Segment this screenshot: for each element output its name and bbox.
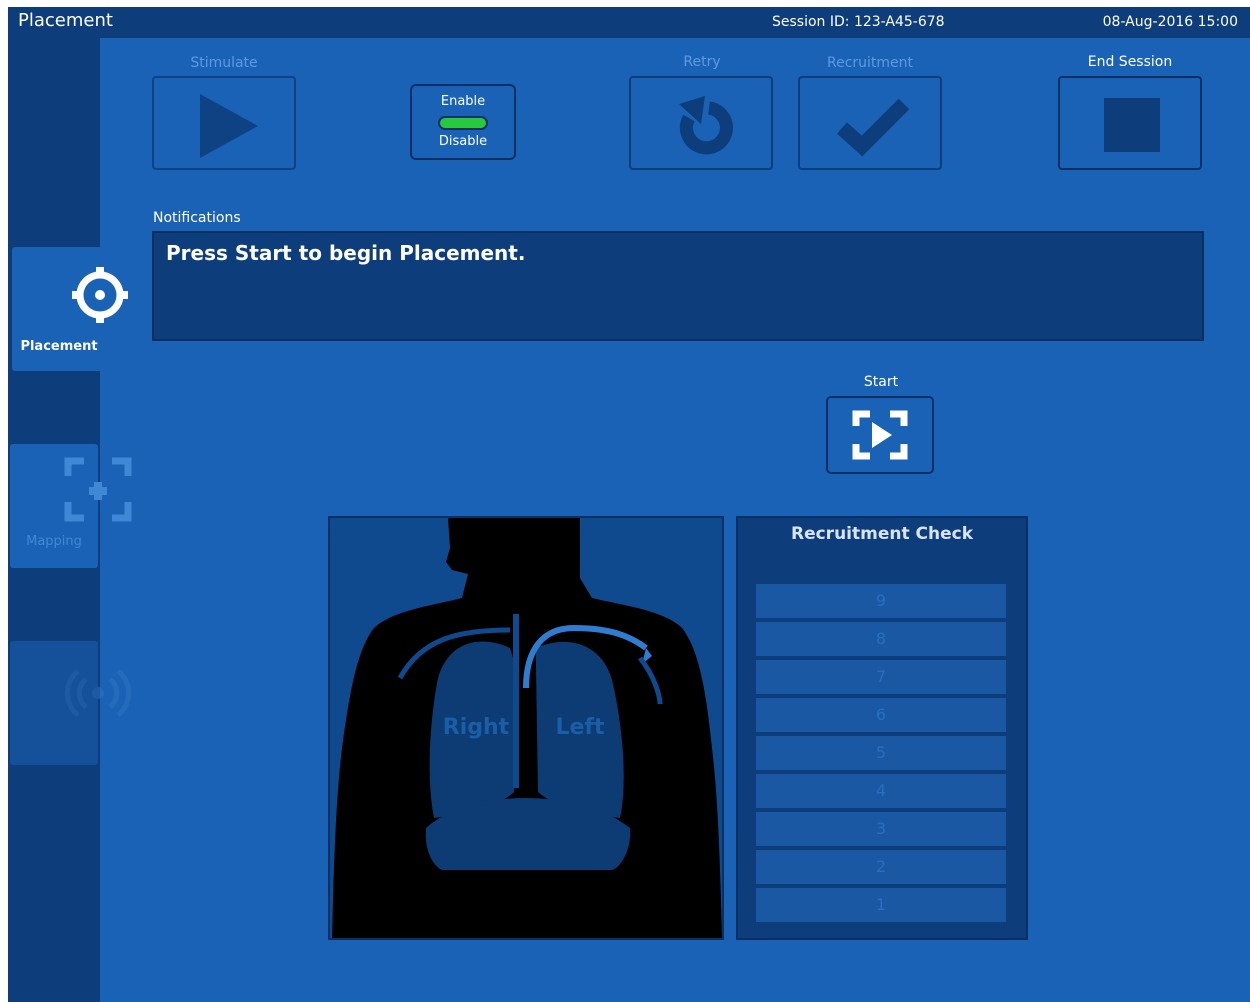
recruitment-button[interactable] (798, 76, 942, 170)
stimulate-label: Stimulate (190, 55, 258, 71)
sidebar-item-label: Mapping (26, 534, 82, 549)
sidebar-item-placement[interactable]: Placement (12, 247, 128, 371)
right-lung-label: Right (443, 715, 510, 740)
disable-label: Disable (438, 134, 488, 149)
play-icon (200, 94, 258, 158)
stop-icon (1104, 98, 1160, 152)
session-id: Session ID: 123-A45-678 (772, 14, 945, 30)
start-label: Start (863, 374, 899, 390)
recruitment-check-title: Recruitment Check (790, 524, 974, 544)
level-row: 5 (756, 736, 1006, 770)
end-session-label: End Session (1087, 54, 1173, 70)
level-row: 7 (756, 660, 1006, 694)
start-frame-play-icon (852, 410, 908, 460)
stimulate-button[interactable] (152, 76, 296, 170)
level-row: 9 (756, 584, 1006, 618)
level-row: 1 (756, 888, 1006, 922)
notification-message: Press Start to begin Placement. (166, 241, 526, 265)
torso-illustration: Right Left (332, 518, 722, 938)
retry-button[interactable] (629, 76, 773, 170)
level-row: 3 (756, 812, 1006, 846)
enable-label: Enable (440, 94, 486, 109)
level-row: 8 (756, 622, 1006, 656)
end-session-button[interactable] (1058, 76, 1202, 170)
page-title: Placement (18, 10, 113, 31)
notifications-box: Press Start to begin Placement. (152, 231, 1204, 341)
sidebar-item-label: Placement (20, 339, 98, 354)
retry-label: Retry (683, 54, 721, 70)
left-lung-label: Left (555, 715, 605, 740)
recruitment-label: Recruitment (826, 55, 914, 71)
toggle-indicator (438, 116, 488, 130)
app-window: Placement Session ID: 123-A45-678 08-Aug… (8, 7, 1250, 1002)
notifications-label: Notifications (153, 210, 241, 226)
signal-waves-icon (64, 669, 132, 717)
sidebar-item-disabled[interactable] (10, 641, 132, 765)
title-bar: Placement Session ID: 123-A45-678 08-Aug… (8, 7, 1250, 38)
retry-icon (679, 96, 733, 155)
add-frame-icon (64, 457, 132, 522)
level-row: 4 (756, 774, 1006, 808)
level-row: 6 (756, 698, 1006, 732)
crosshair-icon (72, 267, 128, 323)
checkmark-icon (836, 98, 910, 157)
sidebar: Placement Mapping (8, 38, 132, 1002)
lung-diagram: Right Left (328, 516, 724, 940)
recruitment-check-panel: Recruitment Check 9 8 7 6 5 4 3 2 1 (736, 516, 1028, 940)
start-button[interactable] (826, 396, 934, 474)
enable-disable-toggle[interactable]: Enable Disable (410, 84, 516, 160)
sidebar-item-mapping[interactable]: Mapping (10, 444, 132, 568)
date-time: 08-Aug-2016 15:00 (1102, 14, 1238, 30)
level-row: 2 (756, 850, 1006, 884)
